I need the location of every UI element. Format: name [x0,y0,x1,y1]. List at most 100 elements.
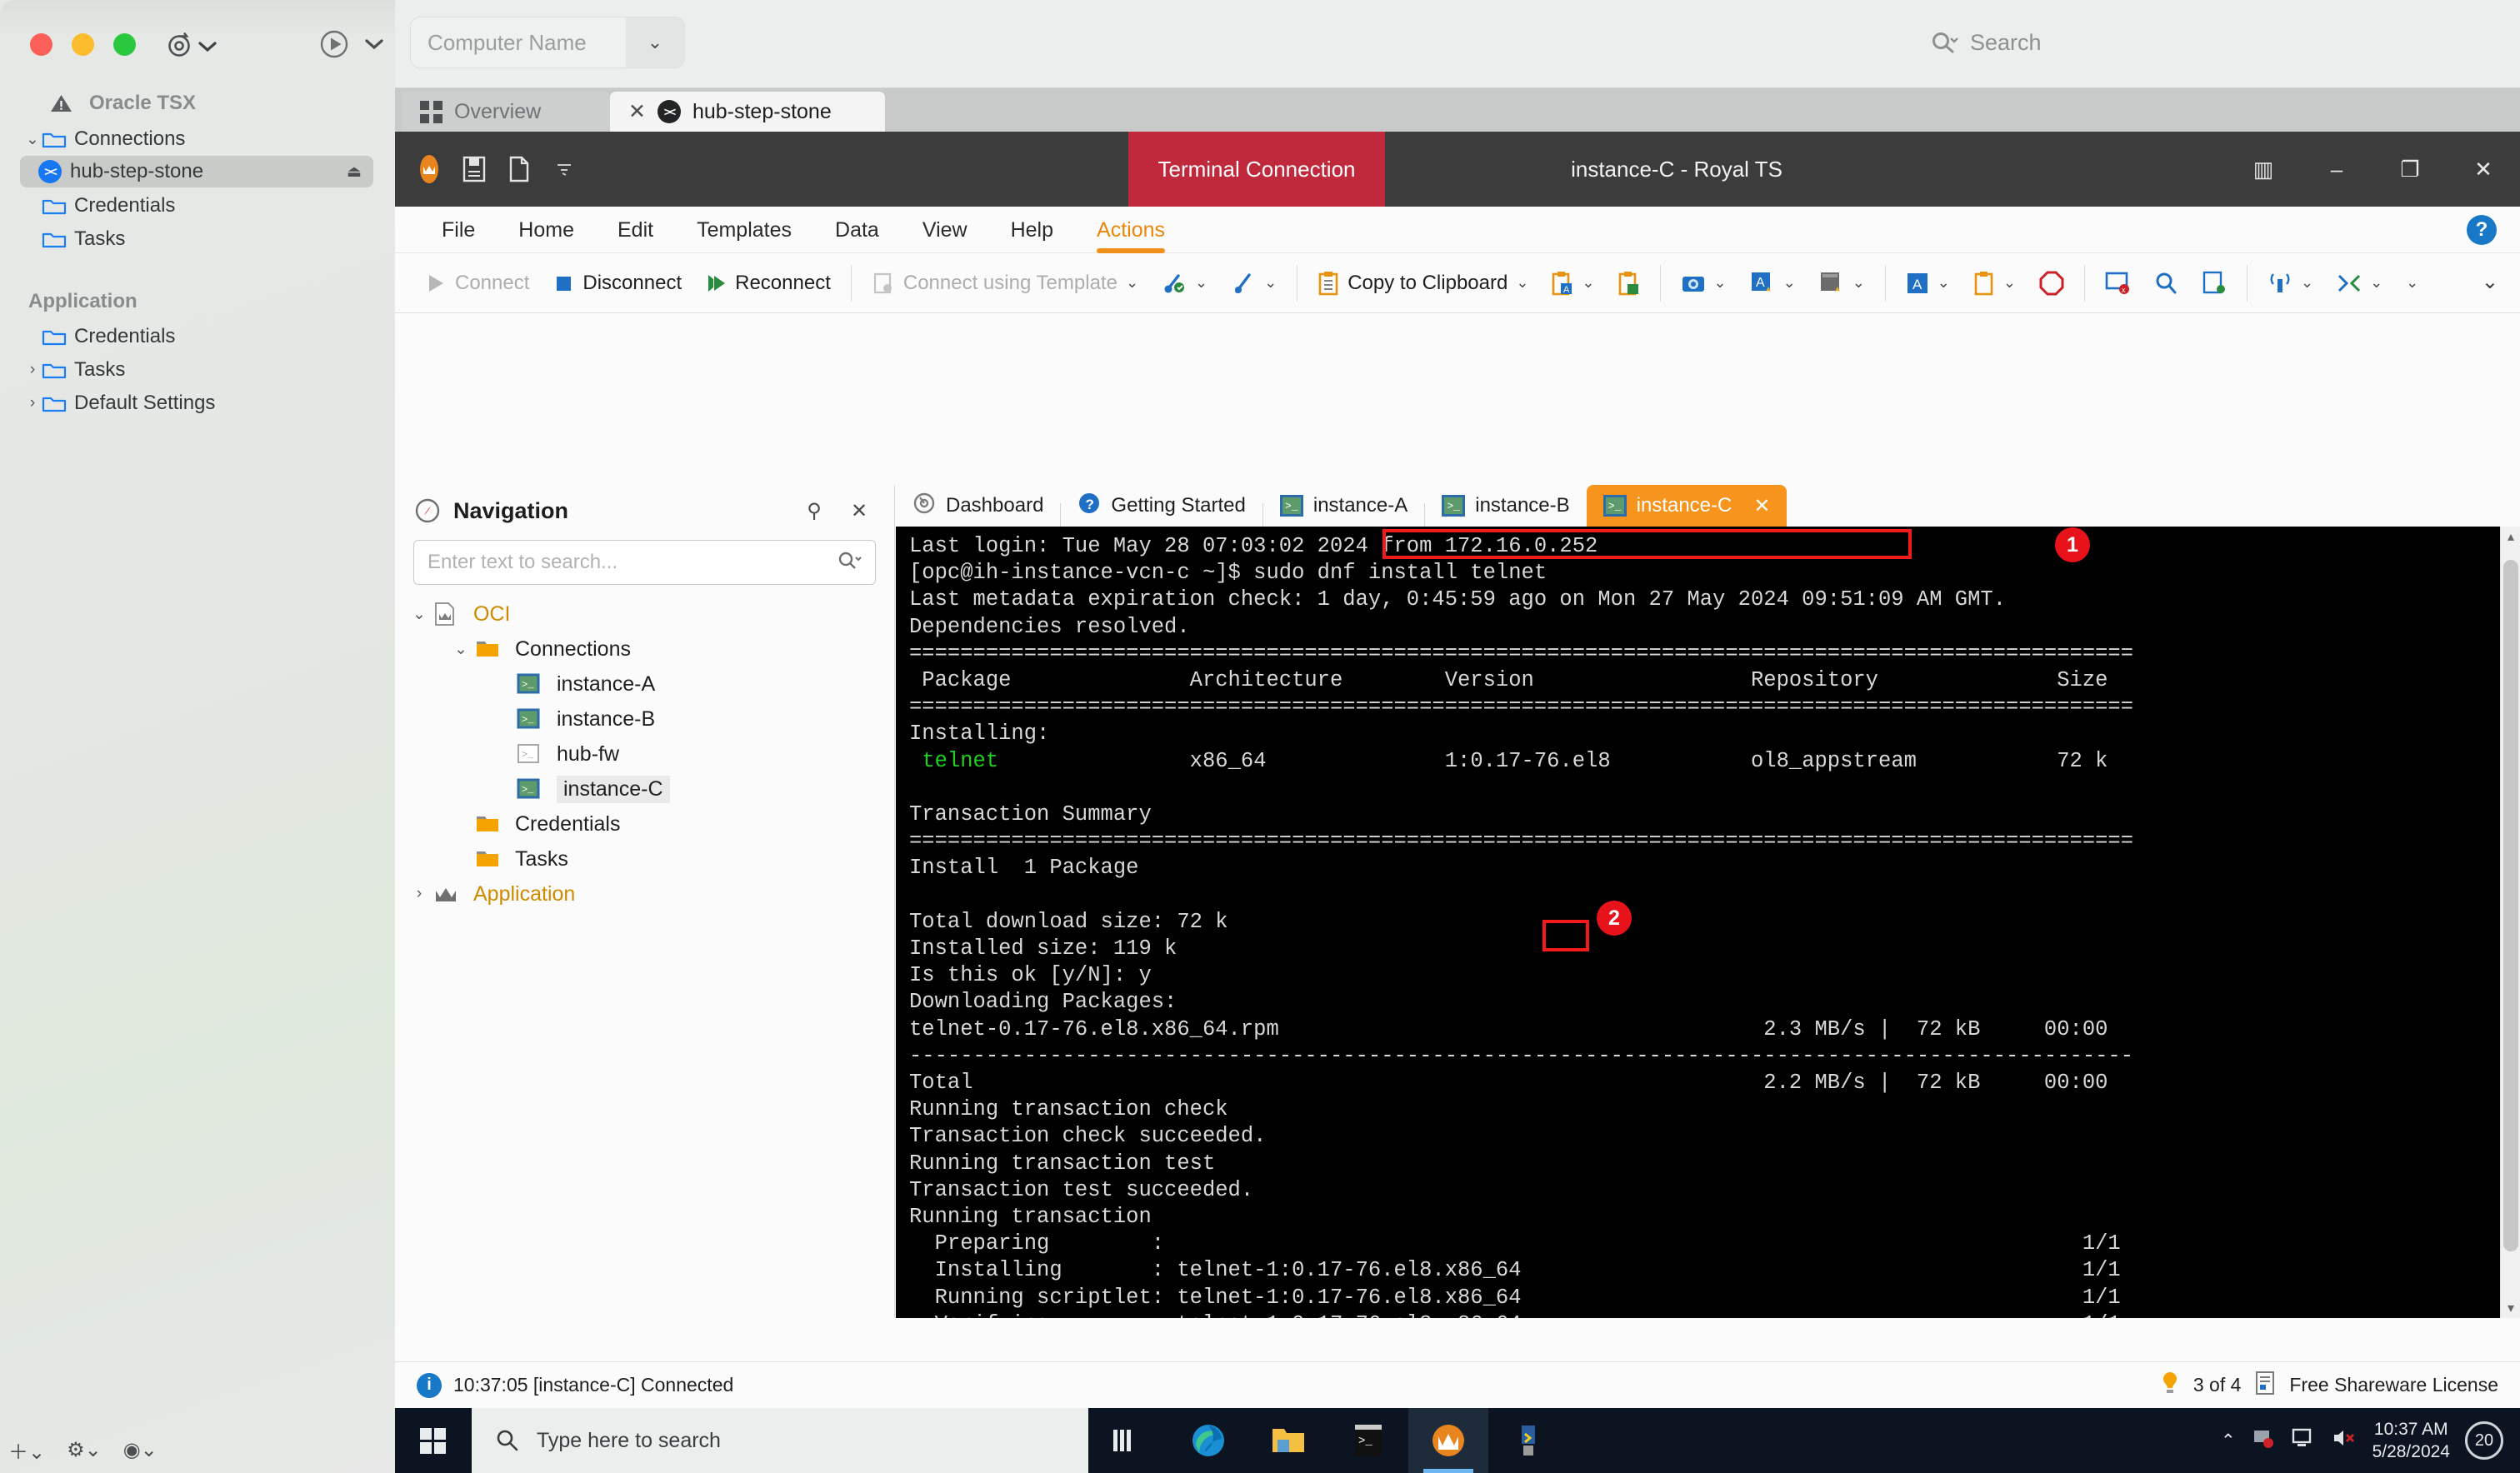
chevron-down-icon[interactable]: ⌄ [447,640,475,659]
tree-node-tasks[interactable]: Tasks [395,841,894,876]
chevron-down-icon[interactable]: ⌄ [626,17,684,67]
screenshot-button[interactable]: ⌄ [1669,260,1738,307]
pin-icon[interactable]: ⚲ [798,499,831,523]
add-icon[interactable]: ＋⌄ [8,1436,45,1465]
close-session-button[interactable]: x [2093,260,2142,307]
terminal-scrollbar[interactable]: ▴ ▾ [2500,527,2520,1318]
taskbar-app-icons[interactable]: >_ [1088,1408,1568,1473]
connect-button[interactable]: Connect [413,260,541,307]
window-traffic-lights[interactable] [30,33,136,56]
minimize-button[interactable]: – [2300,132,2373,207]
chevron-down-icon[interactable]: ⌄ [1516,274,1528,292]
royalts-icon[interactable] [1408,1408,1488,1473]
document-tabstrip[interactable]: Dashboard ? Getting Started >_ instance-… [896,485,2520,527]
close-window-button[interactable] [30,33,52,56]
computer-name-dropdown[interactable]: Computer Name ⌄ [410,17,685,68]
chevron-down-icon[interactable]: ⌄ [1264,274,1277,292]
close-button[interactable]: ✕ [2447,132,2520,207]
key-sequence-button[interactable]: ⌄ [2325,260,2394,307]
taskbar-clock[interactable]: 10:37 AM 5/28/2024 [2372,1418,2450,1464]
chevron-down-icon[interactable]: ⌄ [1195,274,1208,292]
find-button[interactable] [2142,260,2190,307]
search-icon[interactable] [837,550,862,576]
host-sidebar-bottom-toolbar[interactable]: ＋⌄ ⚙⌄ ◉⌄ [8,1436,158,1465]
tray-display-icon[interactable] [2291,1426,2316,1456]
menu-data[interactable]: Data [813,207,901,253]
window-tab-overview[interactable]: Overview [402,92,610,132]
terminal-icon[interactable]: >_ [1328,1408,1408,1473]
vm-play-control[interactable] [317,27,385,62]
menu-templates[interactable]: Templates [675,207,813,253]
window-tab-hub-step-stone[interactable]: ✕ >< hub-step-stone [610,92,885,132]
host-sidebar-item-app-credentials[interactable]: Credentials [23,321,373,352]
status-icon[interactable]: ◉⌄ [123,1438,158,1462]
chevron-right-icon[interactable]: › [405,885,433,903]
scrollbar-thumb[interactable] [2503,560,2518,1251]
log-button[interactable] [2190,260,2238,307]
ribbon-overflow-button[interactable]: ⌄ [2394,260,2430,307]
reconnect-button[interactable]: Reconnect [693,260,842,307]
start-button[interactable] [395,1408,472,1473]
save-icon[interactable] [458,153,490,185]
host-sidebar-item-tasks[interactable]: Tasks [23,223,373,255]
chevron-down-icon[interactable]: ⌄ [2370,274,2382,292]
doc-tab-instance-b[interactable]: >_ instance-B [1425,485,1586,527]
host-sidebar-item-default-settings[interactable]: › Default Settings [23,387,373,419]
host-sidebar-item-hub-step-stone[interactable]: >< hub-step-stone ⏏ [20,156,373,187]
connect-using-template-button[interactable]: Connect using Template ⌄ [860,260,1150,307]
close-icon[interactable]: ✕ [1753,494,1770,518]
task-view-icon[interactable] [1088,1408,1168,1473]
menu-home[interactable]: Home [497,207,596,253]
connect-to-button[interactable]: ⌄ [1219,260,1288,307]
paste-credentials-button[interactable] [1607,260,1652,307]
send-clipboard-button[interactable]: ⌄ [1962,260,2028,307]
broadcast-button[interactable]: ⌄ [2256,260,2325,307]
tree-node-instance-b[interactable]: >_ instance-B [395,702,894,736]
tree-node-instance-a[interactable]: >_ instance-A [395,667,894,702]
doc-tab-getting-started[interactable]: ? Getting Started [1061,485,1262,527]
maximize-button[interactable]: ❐ [2373,132,2447,207]
chevron-down-icon[interactable]: ⌄ [1126,274,1138,292]
terminal-output[interactable]: Last login: Tue May 28 07:03:02 2024 fro… [896,527,2500,1318]
doc-tab-instance-a[interactable]: >_ instance-A [1263,485,1424,527]
customize-toolbar-icon[interactable] [548,153,580,185]
chevron-down-icon[interactable]: ⌄ [1938,274,1950,292]
window-controls[interactable]: ▥ – ❐ ✕ [2227,132,2520,207]
file-explorer-icon[interactable] [1248,1408,1328,1473]
menu-view[interactable]: View [901,207,989,253]
minimize-window-button[interactable] [72,33,94,56]
host-sidebar-item-credentials[interactable]: Credentials [23,190,373,222]
paste-text-button[interactable]: A ⌄ [1540,260,1606,307]
chevron-down-icon[interactable]: ⌄ [1582,274,1594,292]
menu-actions[interactable]: Actions [1075,207,1187,253]
tree-node-oci[interactable]: ⌄ OCI [395,597,894,632]
maximize-window-button[interactable] [113,33,136,56]
putty-icon[interactable] [1488,1408,1568,1473]
host-sidebar-item-connections[interactable]: ⌄ Connections [23,123,373,155]
chevron-down-icon[interactable]: ⌄ [23,130,42,149]
royalts-menubar[interactable]: File Home Edit Templates Data View Help … [395,207,2520,253]
chevron-down-icon[interactable]: ⌄ [1783,274,1796,292]
windows-taskbar[interactable]: Type here to search >_ ⌃ 10:37 AM 5/28/2… [395,1408,2520,1473]
taskbar-system-tray[interactable]: ⌃ 10:37 AM 5/28/2024 20 [2221,1418,2520,1464]
tree-node-application[interactable]: › Application [395,876,894,911]
host-sidebar-item-app-tasks[interactable]: › Tasks [23,354,373,386]
help-icon[interactable]: ? [2467,215,2497,245]
doc-tab-dashboard[interactable]: Dashboard [896,485,1060,527]
royalts-ribbon[interactable]: Connect Disconnect Reconnect Connect usi… [395,253,2520,313]
tray-network-icon[interactable] [2251,1426,2276,1456]
chevron-right-icon[interactable]: › [23,394,42,412]
menu-help[interactable]: Help [989,207,1075,253]
tray-volume-muted-icon[interactable] [2331,1426,2358,1456]
navigation-tree[interactable]: ⌄ OCI ⌄ Connections >_ instance-A >_ ins… [395,597,894,911]
new-document-icon[interactable] [503,153,535,185]
chevron-down-icon[interactable]: ⌄ [2406,274,2418,292]
chevron-up-icon[interactable]: ⌃ [2221,1431,2236,1451]
scroll-down-icon[interactable]: ▾ [2501,1298,2520,1318]
layout-icon[interactable]: ▥ [2227,132,2300,207]
host-search-box[interactable]: Search [1930,22,2480,63]
tree-node-connections[interactable]: ⌄ Connections [395,632,894,667]
eject-icon[interactable]: ⏏ [347,162,362,182]
scroll-up-icon[interactable]: ▴ [2501,527,2520,547]
navigation-search-input[interactable]: Enter text to search... [413,540,876,585]
